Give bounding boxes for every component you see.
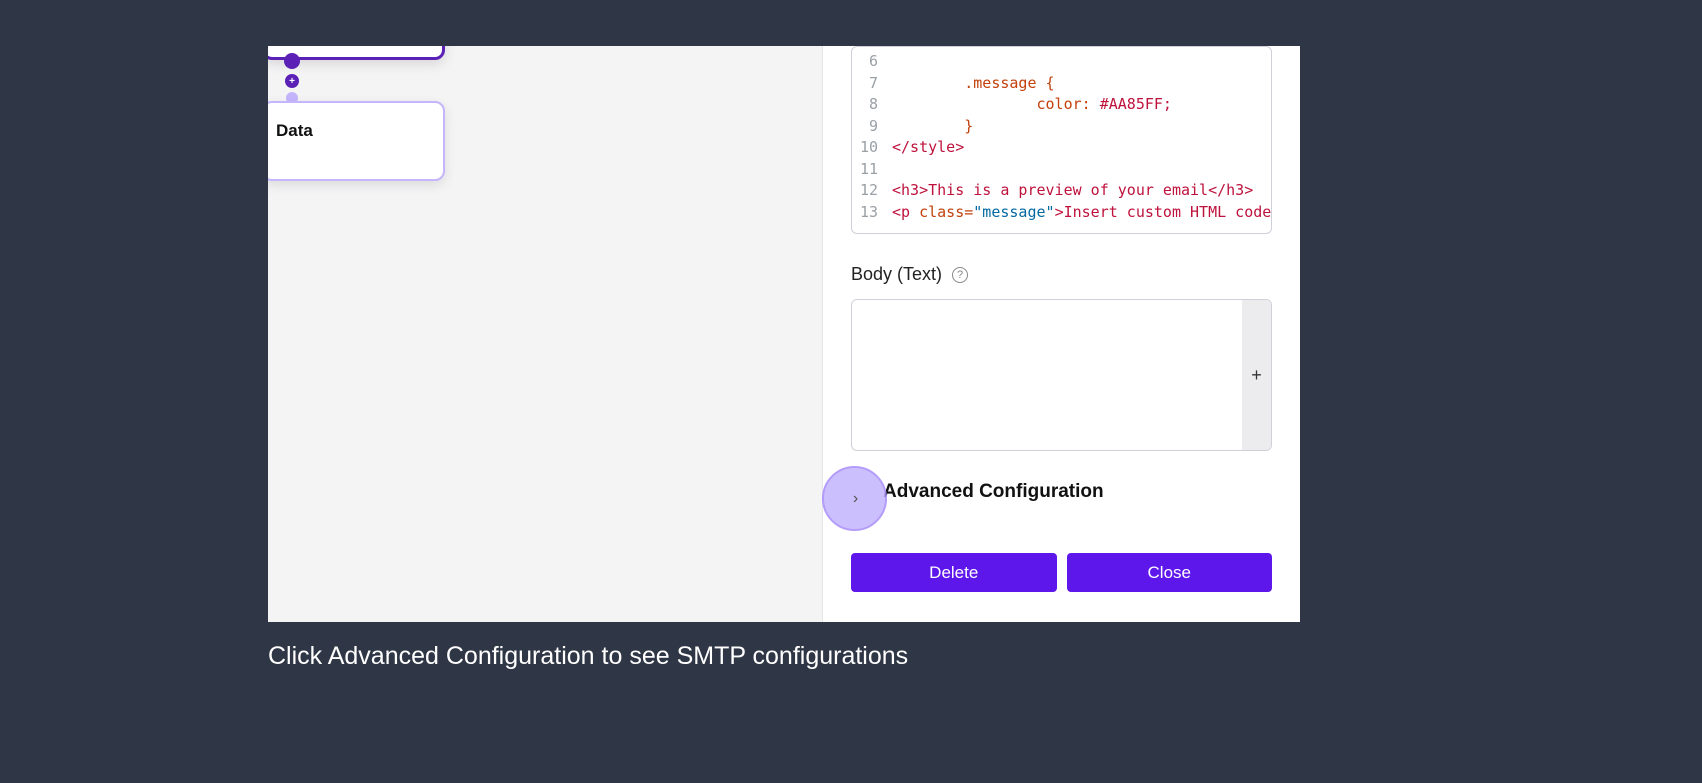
code-content: color: #AA85FF; bbox=[892, 94, 1271, 116]
node-connector-dot[interactable] bbox=[284, 53, 300, 69]
body-text-label: Body (Text) bbox=[851, 264, 942, 285]
workflow-node-data[interactable]: Data bbox=[268, 101, 445, 181]
line-number: 12 bbox=[852, 180, 892, 202]
line-number: 7 bbox=[852, 73, 892, 95]
tutorial-caption: Click Advanced Configuration to see SMTP… bbox=[268, 642, 908, 671]
line-number: 8 bbox=[852, 94, 892, 116]
code-content: </style> bbox=[892, 137, 1271, 159]
code-content: <h3>This is a preview of your email</h3> bbox=[892, 180, 1271, 202]
plus-icon: + bbox=[289, 76, 295, 87]
line-number: 6 bbox=[852, 51, 892, 73]
delete-button[interactable]: Delete bbox=[851, 553, 1057, 592]
body-text-input[interactable] bbox=[852, 300, 1242, 450]
line-number: 10 bbox=[852, 137, 892, 159]
body-text-input-wrap: + bbox=[851, 299, 1272, 451]
code-content: <p class="message">Insert custom HTML co… bbox=[892, 202, 1271, 224]
node-label: Data bbox=[276, 121, 313, 140]
app-screenshot: + Data 6 7 .message { 8 color: #AA85FF; bbox=[268, 46, 1300, 622]
help-icon[interactable]: ? bbox=[952, 267, 968, 283]
body-html-editor[interactable]: 6 7 .message { 8 color: #AA85FF; 9 } 10 bbox=[851, 46, 1272, 234]
code-content: } bbox=[892, 116, 1271, 138]
config-panel: 6 7 .message { 8 color: #AA85FF; 9 } 10 bbox=[822, 46, 1300, 622]
action-button-row: Delete Close bbox=[851, 553, 1272, 592]
code-content bbox=[892, 159, 1271, 181]
line-number: 11 bbox=[852, 159, 892, 181]
add-node-icon[interactable]: + bbox=[285, 74, 299, 88]
body-text-label-row: Body (Text) ? bbox=[851, 264, 1272, 285]
workflow-canvas[interactable]: + Data bbox=[268, 46, 822, 622]
plus-icon: + bbox=[1251, 365, 1262, 386]
expand-textarea-button[interactable]: + bbox=[1242, 300, 1271, 450]
advanced-config-label: Advanced Configuration bbox=[883, 481, 1104, 503]
line-number: 13 bbox=[852, 202, 892, 224]
tutorial-highlight-circle: › bbox=[822, 466, 887, 531]
line-number: 9 bbox=[852, 116, 892, 138]
code-content: .message { bbox=[892, 73, 1271, 95]
code-content bbox=[892, 51, 1271, 73]
advanced-configuration-toggle[interactable]: › Advanced Configuration bbox=[851, 481, 1272, 503]
chevron-right-icon: › bbox=[853, 490, 858, 508]
close-button[interactable]: Close bbox=[1067, 553, 1273, 592]
